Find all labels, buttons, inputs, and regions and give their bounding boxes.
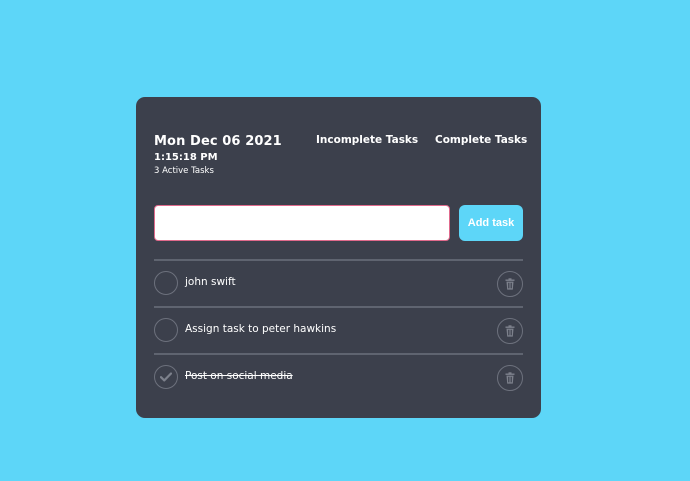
incomplete-tasks-filter[interactable]: Incomplete Tasks xyxy=(316,134,418,146)
current-time: 1:15:18 PM xyxy=(154,152,218,163)
add-task-button[interactable]: Add task xyxy=(459,205,523,241)
task-complete-toggle[interactable] xyxy=(154,365,178,389)
new-task-input[interactable] xyxy=(154,205,450,241)
current-date: Mon Dec 06 2021 xyxy=(154,134,282,149)
todo-card: Mon Dec 06 2021 1:15:18 PM 3 Active Task… xyxy=(136,97,541,418)
delete-task-button[interactable] xyxy=(497,365,523,391)
task-complete-toggle[interactable] xyxy=(154,318,178,342)
task-row: john swift xyxy=(154,259,523,306)
task-text: Assign task to peter hawkins xyxy=(185,323,337,335)
trash-icon xyxy=(505,325,515,337)
delete-task-button[interactable] xyxy=(497,271,523,297)
check-icon xyxy=(160,372,172,382)
task-complete-toggle[interactable] xyxy=(154,271,178,295)
trash-icon xyxy=(505,278,515,290)
complete-tasks-filter[interactable]: Complete Tasks xyxy=(435,134,527,146)
trash-icon xyxy=(505,372,515,384)
task-text: john swift xyxy=(185,276,236,288)
delete-task-button[interactable] xyxy=(497,318,523,344)
task-row: Assign task to peter hawkins xyxy=(154,306,523,353)
task-text: Post on social media xyxy=(185,370,293,382)
active-task-count: 3 Active Tasks xyxy=(154,166,214,176)
task-row: Post on social media xyxy=(154,353,523,400)
task-list: john swift Assign task to peter hawkins xyxy=(154,259,523,400)
